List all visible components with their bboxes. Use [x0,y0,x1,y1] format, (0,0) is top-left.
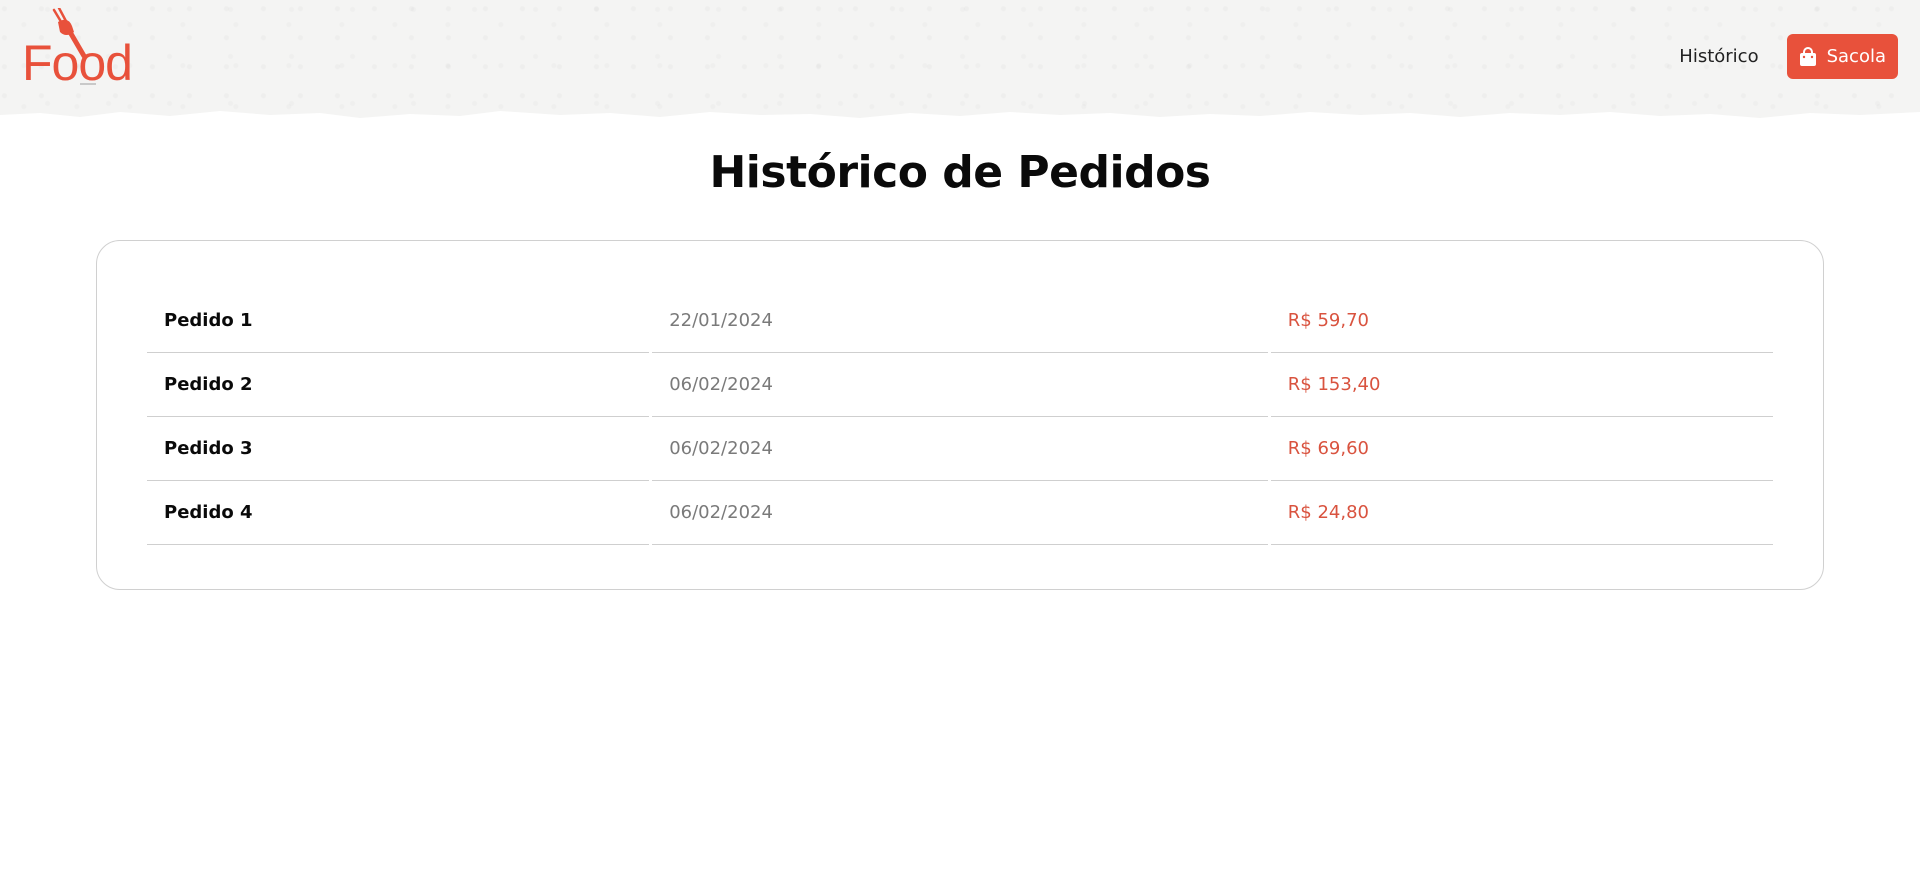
table-row[interactable]: Pedido 4 06/02/2024 R$ 24,80 [147,481,1773,545]
order-date: 06/02/2024 [652,353,1268,417]
main-nav: Histórico Sacola [1679,34,1898,79]
order-name: Pedido 4 [147,481,650,545]
table-row[interactable]: Pedido 2 06/02/2024 R$ 153,40 [147,353,1773,417]
order-date: 22/01/2024 [652,289,1268,353]
order-name: Pedido 1 [147,289,650,353]
order-total: R$ 59,70 [1270,289,1773,353]
order-date: 06/02/2024 [652,417,1268,481]
orders-table: Pedido 1 22/01/2024 R$ 59,70 Pedido 2 06… [144,289,1776,545]
order-date: 06/02/2024 [652,481,1268,545]
order-total: R$ 69,60 [1270,417,1773,481]
bag-button[interactable]: Sacola [1786,34,1898,79]
site-header: Food Histórico Sacola [0,0,1920,125]
shopping-bag-icon [1799,46,1816,66]
order-name: Pedido 2 [147,353,650,417]
bag-button-label: Sacola [1826,46,1886,67]
page-title: Histórico de Pedidos [709,147,1211,198]
nav-history-link[interactable]: Histórico [1679,46,1758,67]
order-total: R$ 153,40 [1270,353,1773,417]
logo-text: Food [22,35,132,88]
food-logo[interactable]: Food [22,8,136,88]
table-row[interactable]: Pedido 3 06/02/2024 R$ 69,60 [147,417,1773,481]
order-name: Pedido 3 [147,417,650,481]
order-total: R$ 24,80 [1270,481,1773,545]
orders-card: Pedido 1 22/01/2024 R$ 59,70 Pedido 2 06… [96,240,1824,590]
torn-paper-edge [0,111,1920,125]
table-row[interactable]: Pedido 1 22/01/2024 R$ 59,70 [147,289,1773,353]
